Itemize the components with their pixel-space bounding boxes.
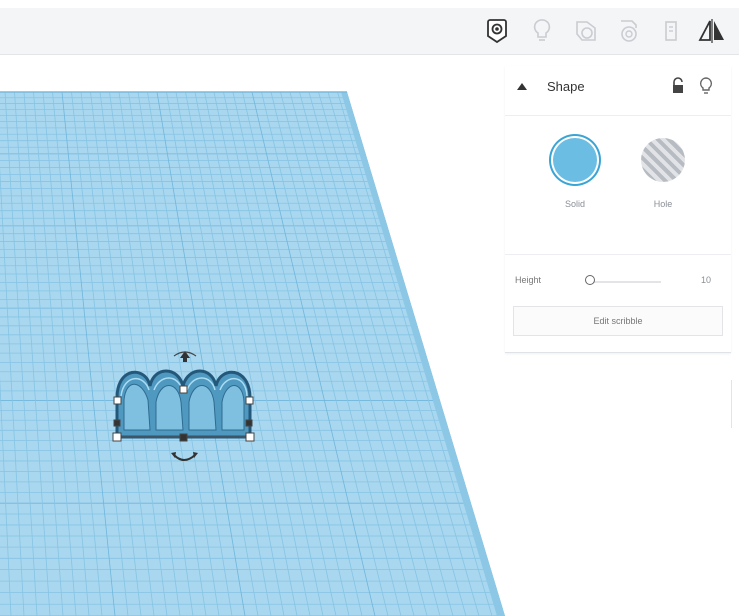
group-button[interactable] [571, 16, 601, 46]
divider [505, 115, 731, 116]
solid-color-swatch[interactable] [553, 138, 597, 182]
resize-handle-bottom-right[interactable] [245, 432, 255, 442]
inspector-title: Shape [547, 79, 585, 94]
solid-label: Solid [564, 199, 585, 209]
collapse-arrow-icon[interactable] [517, 83, 527, 90]
mirror-icon [698, 19, 724, 43]
height-value[interactable]: 10 [701, 275, 711, 285]
group-icon [576, 21, 596, 41]
shape-inspector-panel: Shape Solid Hole Height 10 Edit scribble [505, 66, 731, 353]
top-toolbar [0, 8, 739, 55]
ungroup-button[interactable] [614, 16, 644, 46]
resize-handle-mid-left[interactable] [113, 419, 121, 427]
visibility-bulb-icon[interactable] [699, 77, 713, 95]
light-button[interactable] [527, 16, 557, 46]
height-slider-thumb[interactable] [585, 275, 595, 285]
height-slider-track[interactable] [591, 281, 661, 283]
align-button[interactable] [656, 16, 686, 46]
align-icon [665, 21, 677, 41]
mirror-button[interactable] [697, 16, 727, 46]
edit-scribble-button[interactable]: Edit scribble [513, 306, 723, 336]
lock-icon[interactable] [671, 77, 685, 95]
note-button[interactable] [482, 16, 512, 46]
hole-swatch[interactable] [641, 138, 685, 182]
note-icon [487, 19, 507, 44]
resize-handle-top[interactable] [179, 385, 188, 394]
bulb-icon [533, 19, 551, 41]
side-panel-tab[interactable] [731, 380, 739, 428]
inspector-header: Shape [505, 66, 731, 112]
resize-handle-mid-right[interactable] [245, 419, 253, 427]
resize-handle-bottom-left[interactable] [112, 432, 122, 442]
resize-handle-bottom-center[interactable] [179, 433, 188, 442]
scribble-shape[interactable] [115, 369, 252, 439]
height-label: Height [515, 275, 542, 285]
ungroup-icon [621, 20, 637, 42]
hole-label: Hole [653, 199, 673, 209]
edit-scribble-label: Edit scribble [593, 316, 643, 326]
divider [505, 254, 731, 255]
resize-handle-right[interactable] [245, 396, 254, 405]
resize-handle-left[interactable] [113, 396, 122, 405]
